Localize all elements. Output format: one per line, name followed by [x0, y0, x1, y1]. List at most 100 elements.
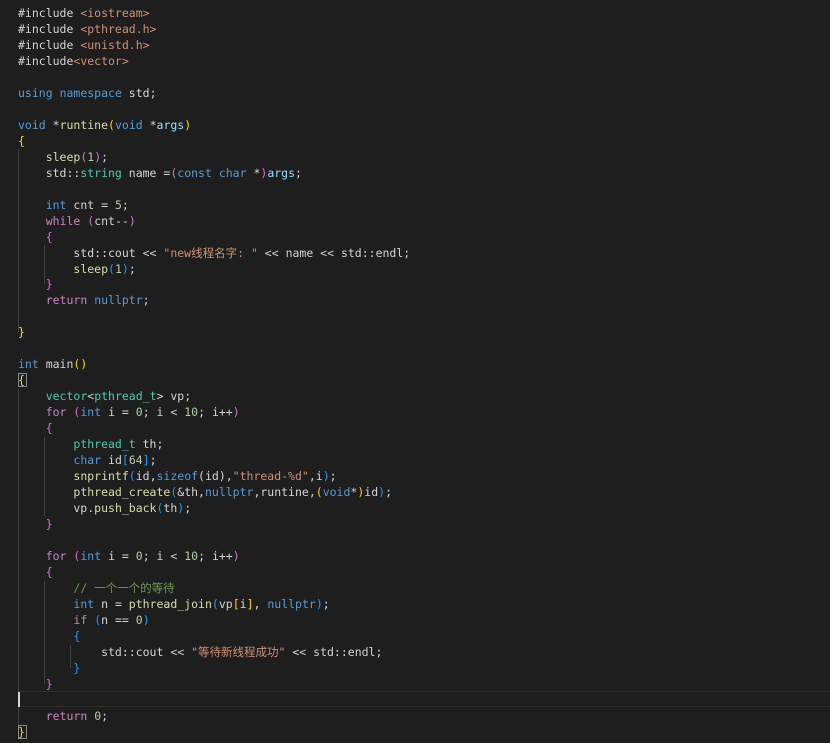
code-token: n = [94, 596, 129, 611]
code-line[interactable]: int n = pthread_join(vp[i], nullptr); [18, 596, 330, 612]
code-line[interactable]: { [18, 133, 25, 149]
code-token: ; i++ [198, 548, 233, 563]
code-line[interactable]: } [18, 516, 53, 532]
code-token: sleep [73, 261, 109, 276]
code-token: { [45, 421, 53, 436]
code-token: ; [322, 596, 330, 611]
code-line[interactable]: #include <unistd.h> [18, 37, 150, 53]
code-token: <vector> [73, 53, 129, 68]
code-line[interactable]: int main() [18, 356, 87, 372]
code-line[interactable]: char id[64]; [18, 452, 157, 468]
code-token: } [73, 660, 81, 675]
code-token: ; [149, 453, 157, 468]
code-token: ) [184, 117, 192, 132]
code-token: namespace [59, 85, 122, 100]
code-token: ) [322, 469, 330, 484]
code-token: char [218, 165, 247, 180]
code-line[interactable]: sleep(1); [18, 149, 108, 165]
code-token: > vp; [156, 389, 192, 404]
code-line[interactable]: } [18, 324, 25, 340]
code-line[interactable]: { [18, 229, 53, 245]
code-token: ) [142, 612, 150, 627]
code-line[interactable]: vector<pthread_t> vp; [18, 388, 191, 404]
code-token: while [45, 213, 81, 228]
code-token: pthread_t [94, 389, 157, 404]
code-line[interactable]: int cnt = 5; [18, 197, 129, 213]
code-token: const [177, 165, 212, 180]
code-token: } [45, 676, 53, 691]
code-token: { [45, 229, 53, 244]
code-token: ) [232, 548, 240, 563]
code-token: char [73, 453, 102, 468]
code-line[interactable]: vp.push_back(th); [18, 500, 191, 516]
code-line[interactable]: if (n == 0) [18, 612, 150, 628]
code-token: { [18, 133, 25, 148]
code-token: ; [101, 708, 109, 723]
code-line[interactable]: for (int i = 0; i < 10; i++) [18, 404, 240, 420]
code-line[interactable]: snprintf(id,sizeof(id),"thread-%d",i); [18, 468, 336, 484]
code-token: ; [101, 149, 109, 164]
code-line[interactable]: #include <iostream> [18, 5, 150, 21]
code-token: sleep [45, 149, 81, 164]
code-token: int [45, 197, 67, 212]
code-line[interactable]: std::cout << "等待新线程成功" << std::endl; [18, 644, 382, 660]
code-token: pthread_join [128, 596, 212, 611]
code-line[interactable]: std::cout << "new线程名字: " << name << std:… [18, 245, 410, 261]
code-line[interactable]: // 一个一个的等待 [18, 580, 174, 596]
code-line[interactable]: #include <pthread.h> [18, 21, 156, 37]
code-line[interactable]: } [18, 660, 80, 676]
code-line[interactable]: #include<vector> [18, 53, 129, 69]
code-line[interactable]: void *runtine(void *args) [18, 117, 191, 133]
bracket-match-highlight [18, 373, 27, 387]
code-token: { [45, 564, 53, 579]
code-token: name = [121, 165, 171, 180]
code-token: int [80, 548, 102, 563]
code-token: runtine [59, 117, 109, 132]
code-line[interactable]: pthread_t th; [18, 436, 163, 452]
code-token: } [18, 325, 25, 340]
code-token: #include [18, 6, 81, 20]
code-line[interactable]: { [18, 628, 80, 644]
code-token: &th, [177, 485, 205, 500]
code-token: return [45, 708, 88, 723]
code-line[interactable]: { [18, 420, 53, 436]
code-token: * [246, 165, 261, 180]
code-token: << std::endl; [285, 644, 383, 659]
code-token: string [80, 165, 122, 180]
code-line[interactable]: for (int i = 0; i < 10; i++) [18, 548, 240, 564]
code-token: ) [121, 261, 129, 276]
code-line[interactable]: while (cnt--) [18, 213, 136, 229]
code-token: 10 [184, 548, 199, 563]
code-token: ( [128, 469, 136, 484]
code-line[interactable]: sleep(1); [18, 261, 135, 277]
code-line[interactable]: pthread_create(&th,nullptr,runtine,(void… [18, 484, 392, 500]
code-token: ; i++ [198, 405, 233, 420]
code-line[interactable]: std::string name =(const char *)args; [18, 165, 302, 181]
code-line[interactable]: return nullptr; [18, 292, 150, 308]
code-line[interactable]: return 0; [18, 708, 108, 724]
code-token: vp. [18, 501, 95, 516]
code-line[interactable]: } [18, 276, 53, 292]
code-token: 64 [128, 453, 143, 468]
code-line[interactable]: { [18, 564, 53, 580]
code-token: i = [101, 405, 136, 420]
code-token: id [364, 485, 379, 500]
code-editor[interactable]: #include <iostream> #include <pthread.h> #… [0, 0, 830, 743]
code-token: 5 [114, 197, 122, 212]
code-line[interactable]: using namespace std; [18, 85, 157, 101]
code-token: if [73, 612, 88, 627]
code-token: std::cout << [18, 245, 164, 260]
code-line[interactable]: } [18, 676, 53, 692]
